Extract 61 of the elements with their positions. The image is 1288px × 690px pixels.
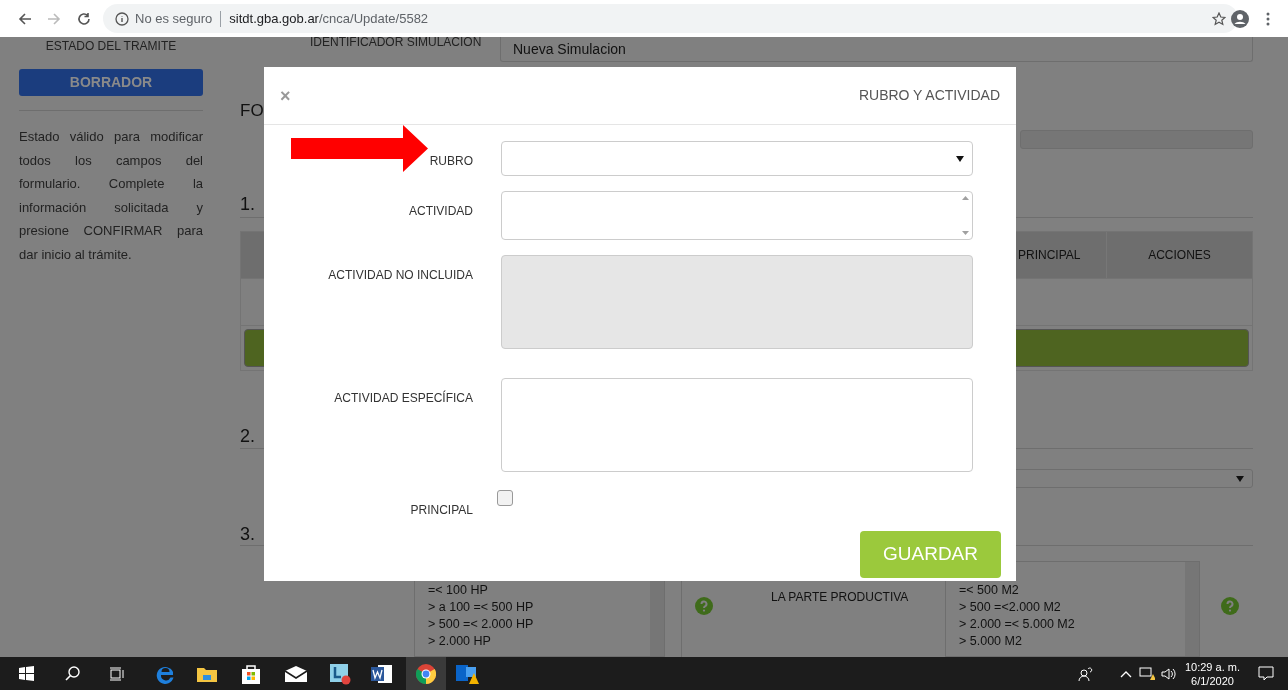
clock-time[interactable]: 10:29 a. m. [1184, 659, 1240, 674]
status-label: ESTADO DEL TRAMITE [44, 38, 178, 55]
area-list[interactable]: =< 500 M2 > 500 =<2.000 M2 > 2.000 =< 5.000 M2 > 5.000 M2 [945, 560, 1200, 657]
list-option[interactable]: =< 500 M2 [959, 581, 1019, 599]
identifier-label: IDENTIFICADOR SIMULACION [310, 37, 482, 51]
section-heading: 2. [240, 425, 255, 448]
list-option[interactable]: > 5.000 M2 [959, 632, 1022, 650]
star-icon[interactable] [1212, 11, 1226, 26]
task-view-icon[interactable] [109, 666, 125, 681]
form-heading: FO [240, 100, 264, 122]
folder-icon[interactable] [197, 665, 217, 682]
address-bar[interactable]: No es seguro sitdt.gba.gob.ar/cnca/Update/5582 [103, 4, 1238, 33]
field-label: ACTIVIDAD ESPECÍFICA [334, 391, 473, 405]
people-icon[interactable] [1077, 666, 1094, 681]
reload-icon[interactable] [77, 11, 91, 26]
list-option[interactable]: > a 100 =< 500 HP [428, 598, 534, 616]
principal-checkbox[interactable] [497, 490, 513, 506]
store-bag-icon[interactable] [241, 663, 261, 684]
column-header: ACCIONES [1106, 232, 1252, 279]
status-badge: BORRADOR [19, 69, 203, 96]
close-button[interactable]: × [280, 86, 291, 105]
caret-icon [1236, 475, 1244, 482]
scroll-up-icon[interactable] [961, 196, 969, 200]
notification-icon[interactable] [1258, 666, 1274, 681]
list-option[interactable]: > 500 =< 2.000 HP [428, 615, 534, 633]
field-label: ACTIVIDAD NO INCLUIDA [328, 268, 473, 282]
network-warning-icon[interactable] [1138, 666, 1155, 681]
mail-icon[interactable] [285, 665, 307, 682]
word-icon[interactable] [371, 663, 393, 684]
search-icon[interactable] [65, 666, 80, 681]
url-text: sitdt.gba.gob.ar/cnca/Update/5582 [229, 9, 429, 28]
activity-field[interactable] [501, 191, 973, 240]
list-option[interactable]: =< 100 HP [428, 581, 488, 599]
security-label: No es seguro [135, 9, 213, 28]
modal-title: RUBRO Y ACTIVIDAD [858, 86, 1000, 105]
scrollbar[interactable] [1185, 561, 1199, 656]
info-icon [115, 11, 129, 26]
clock-date[interactable]: 6/1/2020 [1191, 673, 1234, 688]
speaker-icon[interactable] [1160, 666, 1177, 681]
chevron-up-icon[interactable] [1119, 669, 1132, 678]
section-heading: 1. [240, 192, 255, 215]
chrome-icon[interactable] [416, 663, 436, 684]
section-heading: 3. [240, 523, 255, 546]
app-icon[interactable] [329, 662, 351, 685]
list-option[interactable]: > 2.000 HP [428, 632, 491, 650]
field-label: ACTIVIDAD [409, 204, 473, 218]
arrow-icon [291, 125, 428, 172]
field-label: RUBRO [429, 154, 473, 168]
identifier-field[interactable]: Nueva Simulacion [500, 37, 1253, 62]
outlook-icon[interactable] [456, 662, 480, 685]
account-icon[interactable] [1231, 10, 1249, 28]
windows-icon[interactable] [19, 666, 34, 681]
productive-label: LA PARTE PRODUCTIVA [771, 588, 909, 606]
menu-icon[interactable] [1266, 12, 1270, 26]
field-label: PRINCIPAL [410, 503, 473, 517]
scroll-down-icon[interactable] [961, 231, 969, 235]
list-option[interactable]: > 500 =<2.000 M2 [959, 598, 1061, 616]
list-option[interactable]: > 2.000 =< 5.000 M2 [959, 615, 1075, 633]
back-icon[interactable] [18, 11, 32, 26]
status-description: Estado válido para modificar todos los campos del formulario. Complete la información solicitada y presione CONFIRMAR para dar inicio al trámite. [19, 128, 203, 264]
caret-icon [956, 155, 964, 162]
